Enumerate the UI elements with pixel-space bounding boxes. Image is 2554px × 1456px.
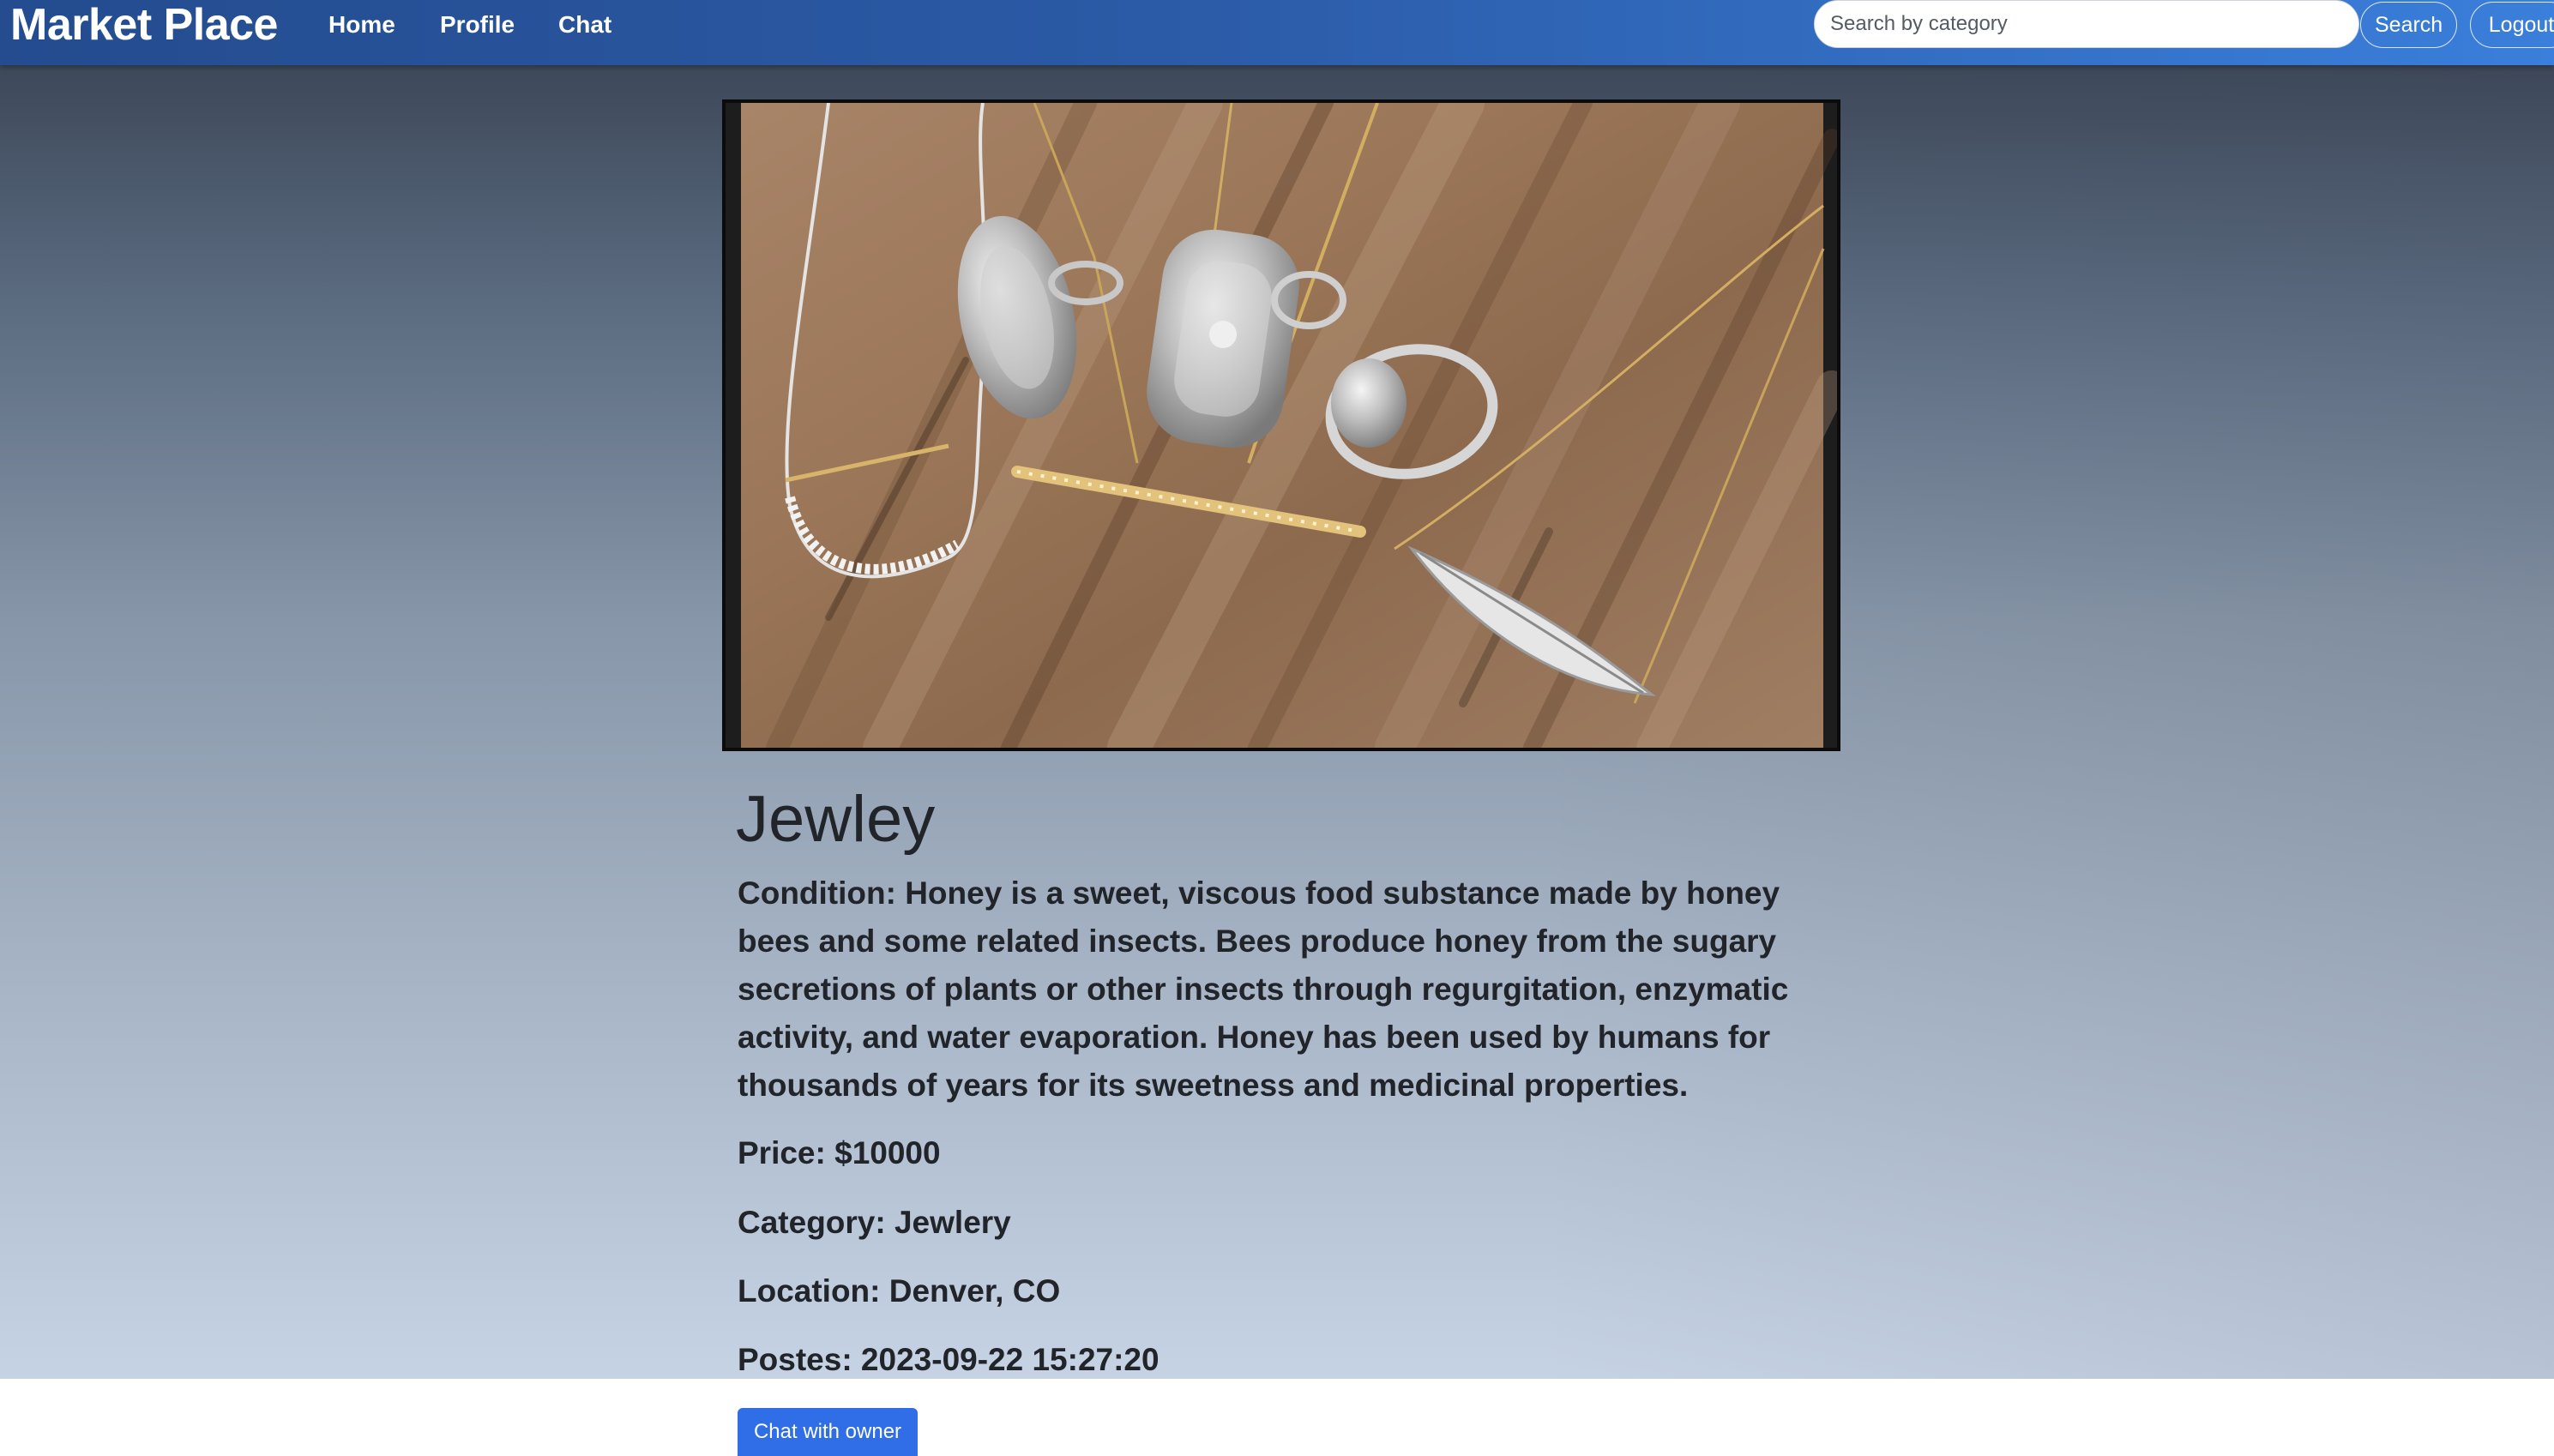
product-location: Location: Denver, CO <box>738 1273 1061 1309</box>
chat-with-owner-button[interactable]: Chat with owner <box>738 1408 918 1456</box>
product-image <box>722 99 1840 751</box>
search-input[interactable] <box>1814 0 2359 48</box>
product-condition: Condition: Honey is a sweet, viscous foo… <box>738 875 1789 1103</box>
nav-chat-link[interactable]: Chat <box>558 0 611 50</box>
search-button[interactable]: Search <box>2360 2 2458 48</box>
logout-button[interactable]: Logout <box>2470 2 2554 48</box>
nav-profile-link[interactable]: Profile <box>440 0 515 50</box>
nav-home-link[interactable]: Home <box>328 0 395 50</box>
product-price: Price: $10000 <box>738 1135 941 1170</box>
navbar: Market Place Home Profile Chat Search Lo… <box>0 0 2554 65</box>
jewelry-photo <box>726 103 1837 748</box>
product-category: Category: Jewlery <box>738 1205 1011 1240</box>
product-title: Jewley <box>736 783 936 856</box>
product-posted-date: Postes: 2023-09-22 15:27:20 <box>738 1342 1160 1377</box>
brand-logo[interactable]: Market Place <box>10 0 278 50</box>
